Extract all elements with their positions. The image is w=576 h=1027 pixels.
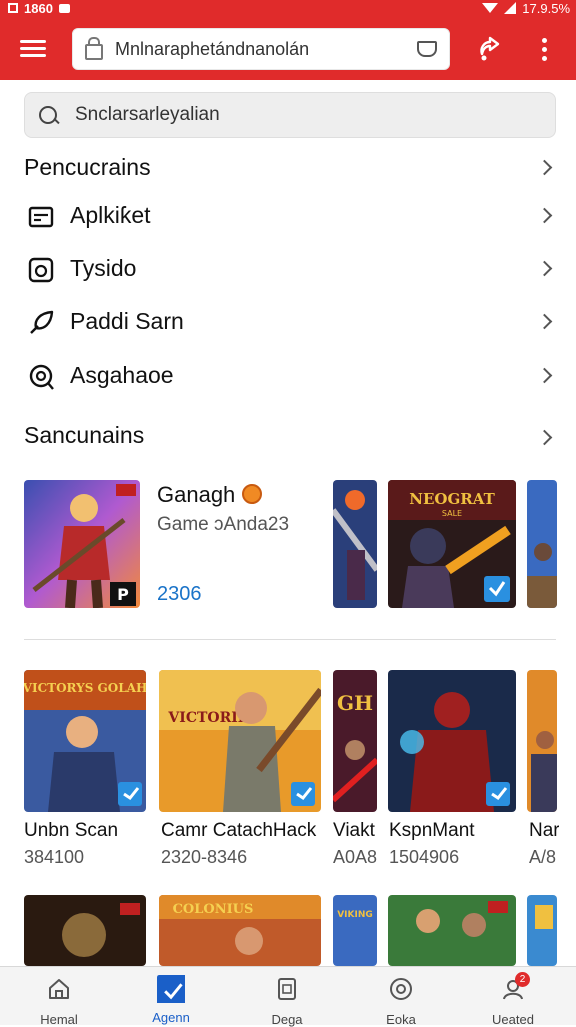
game-name: Nar [529,820,559,841]
home-icon [49,979,69,999]
game-tile[interactable] [527,480,557,608]
menu-item-label: Paddi Sarn [70,308,184,334]
section-two-title: Sancunains [24,422,145,448]
featured-count: 2306 [157,583,202,605]
game-tile[interactable] [388,670,516,812]
lock-icon [85,37,103,60]
search-field[interactable]: Snclarsarleyalian [24,92,556,138]
game-tile[interactable]: VICTORYS GOLAH [24,670,146,812]
game-tile[interactable] [333,480,377,608]
game-name: Camr CatachHack [161,820,317,841]
bottom-navigation: Hemal Agenn Dega Eoka 2 Ueated [0,966,576,1027]
game-name: KspnMant [389,820,475,841]
game-count: A/8 [529,847,557,867]
nav-documents[interactable]: Dega [232,967,342,1027]
tile-banner: VIKING [337,910,373,920]
menu-item-aplkiket[interactable]: Aplkiƙet [0,190,576,244]
sim-icon [8,3,18,13]
leaf-icon [30,310,54,334]
main-content: Snclarsarleyalian Pencucrains Aplkiƙet T… [0,80,576,966]
apps-icon [157,975,190,1008]
section-header-one[interactable]: Pencucrains [0,150,576,186]
tile-banner: GH [337,691,373,715]
nav-profile[interactable]: 2 Ueated [458,967,568,1027]
game-count: 2320-8346 [161,847,248,867]
compass-icon [390,978,412,1000]
menu-item-tysido[interactable]: Tysido [0,243,576,297]
game-tile[interactable]: COLONIUS [159,895,321,966]
menu-item-label: Tysido [70,255,137,281]
shield-icon[interactable] [417,41,437,57]
status-time: 1860 [24,0,53,16]
nav-explore[interactable]: Eoka [346,967,456,1027]
chevron-right-icon [536,207,553,224]
card-icon [28,206,54,228]
document-icon [278,978,296,1000]
hamburger-menu-icon[interactable] [18,36,48,60]
more-options-icon[interactable] [540,38,548,62]
section-one-title: Pencucrains [24,154,151,180]
game-tile[interactable]: GH [333,670,377,812]
nav-home[interactable]: Hemal [4,967,114,1027]
nav-apps[interactable]: Agenn [116,967,226,1025]
game-tile[interactable]: VICTORIB [159,670,321,812]
thumbnail-badge-label: P [117,585,129,604]
camera-icon [28,257,54,283]
game-thumbnail: P [24,480,140,608]
tile-banner: COLONIUS [173,902,254,917]
game-count: 1504906 [389,847,460,867]
address-bar[interactable]: Mnlnaraphetándnanolán [72,28,450,70]
chevron-right-icon [536,313,553,330]
chevron-right-icon [536,260,553,277]
share-icon[interactable] [476,36,504,62]
section-divider [24,639,556,640]
game-name: Unbn Scan [24,820,119,841]
game-count: A0A8 [333,847,378,867]
game-tile[interactable] [527,670,557,812]
nav-label: Dega [271,1012,303,1027]
search-icon [39,106,57,124]
menu-item-label: Asgahaoe [70,362,174,388]
section-header-two[interactable]: Sancunains [0,418,576,454]
status-bar: 1860 17.9.5% [0,0,576,16]
wifi-icon [482,3,499,13]
nav-label: Eoka [386,1012,416,1027]
game-tile[interactable] [527,895,557,966]
browser-toolbar: Mnlnaraphetándnanolán [0,16,576,80]
featured-game-card[interactable]: P Ganagh Game ɔAnda23 2306 [0,480,320,610]
address-url: Mnlnaraphetándnanolán [115,38,310,59]
search-placeholder: Snclarsarleyalian [75,104,220,125]
chevron-right-icon [536,159,553,176]
featured-subtitle: Game ɔAnda23 [157,514,290,535]
tile-banner: VICTORYS GOLAH [24,681,146,695]
nav-label: Hemal [40,1012,78,1027]
tile-banner-sub: SALE [442,509,462,518]
battery-percent: 17.9.5% [522,0,570,16]
menu-item-label: Aplkiƙet [70,202,151,228]
chevron-right-icon [536,429,553,446]
location-icon [29,364,54,390]
nav-label: Agenn [152,1010,190,1025]
game-tile[interactable] [24,895,146,966]
game-tile[interactable] [388,895,516,966]
chevron-right-icon [536,367,553,384]
menu-item-asgahaoe[interactable]: Asgahaoe [0,350,576,404]
game-count: 384100 [24,847,85,867]
game-tile[interactable]: VIKING [333,895,377,966]
fire-badge-icon [242,484,262,504]
game-name: Viakt [333,820,375,841]
tile-banner: NEOGRAT [409,490,495,508]
notification-badge: 2 [515,972,530,987]
game-tile[interactable]: NEOGRAT SALE [388,480,516,608]
menu-item-paddi-sarn[interactable]: Paddi Sarn [0,296,576,350]
featured-title: Ganagh [157,482,236,507]
signal-icon [504,2,517,14]
nav-label: Ueated [492,1012,534,1027]
notification-icon [58,3,70,13]
